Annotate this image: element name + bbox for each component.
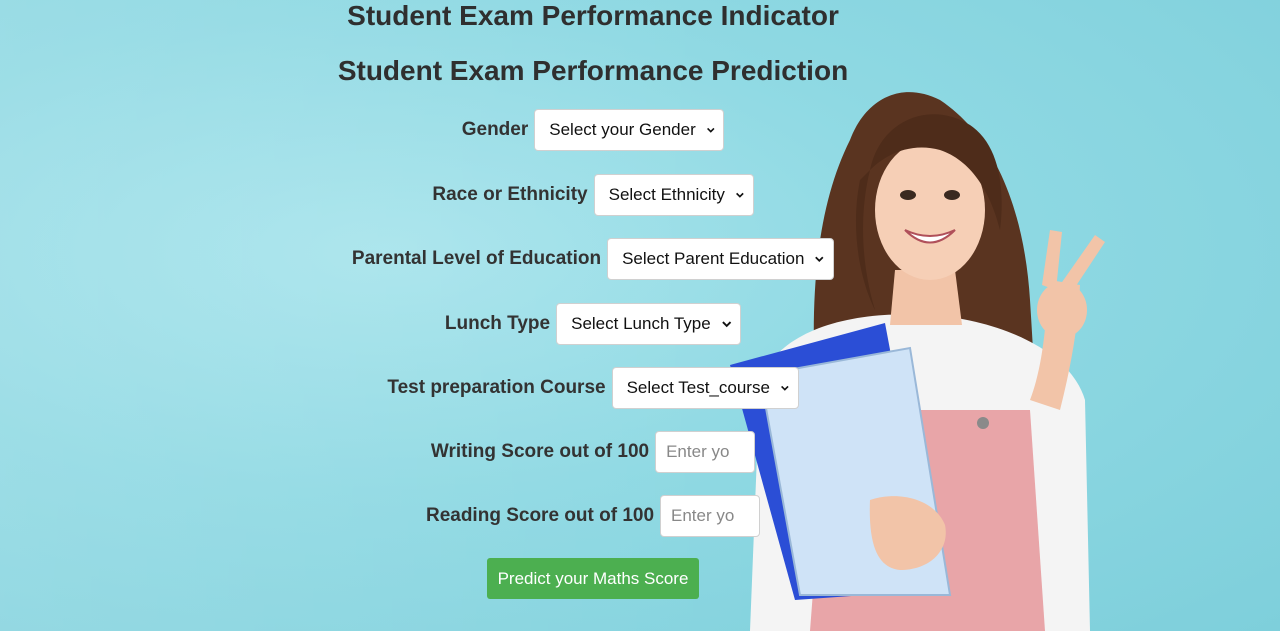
test-course-label: Test preparation Course — [387, 377, 606, 398]
page-title: Student Exam Performance Indicator — [347, 0, 839, 31]
lunch-select-value: Select Lunch Type — [571, 314, 711, 333]
ethnicity-select[interactable]: Select Ethnicity — [593, 174, 754, 216]
test-course-select[interactable]: Select Test_course — [611, 367, 799, 409]
lunch-select[interactable]: Select Lunch Type — [556, 303, 742, 345]
writing-score-placeholder: Enter yo — [666, 442, 730, 461]
gender-row: Gender Select your Gender — [0, 108, 1186, 152]
lunch-label: Lunch Type — [444, 313, 551, 334]
chevron-down-icon — [721, 321, 731, 328]
ethnicity-row: Race or Ethnicity Select Ethnicity — [0, 173, 1186, 217]
reading-score-row: Reading Score out of 100 Enter yo — [0, 494, 1186, 538]
gender-select-value: Select your Gender — [549, 120, 696, 139]
writing-score-row: Writing Score out of 100 Enter yo — [0, 430, 1186, 474]
parental-education-select-value: Select Parent Education — [622, 249, 805, 268]
ethnicity-label: Race or Ethnicity — [432, 184, 588, 205]
test-course-select-value: Select Test_course — [626, 378, 770, 397]
chevron-down-icon — [735, 192, 744, 198]
form-container: Student Exam Performance Indicator Stude… — [0, 0, 1280, 631]
ethnicity-select-value: Select Ethnicity — [608, 185, 725, 204]
chevron-down-icon — [780, 385, 789, 391]
reading-score-label: Reading Score out of 100 — [425, 505, 655, 526]
lunch-row: Lunch Type Select Lunch Type — [0, 302, 1186, 346]
test-course-row: Test preparation Course Select Test_cour… — [0, 366, 1186, 410]
writing-score-input[interactable]: Enter yo — [655, 431, 756, 473]
parental-education-select[interactable]: Select Parent Education — [607, 238, 835, 280]
parental-education-row: Parental Level of Education Select Paren… — [0, 237, 1186, 281]
writing-score-label: Writing Score out of 100 — [430, 441, 650, 462]
gender-select[interactable]: Select your Gender — [534, 109, 725, 151]
gender-label: Gender — [461, 119, 529, 140]
chevron-down-icon — [706, 127, 715, 133]
predict-button[interactable]: Predict your Maths Score — [487, 558, 699, 599]
chevron-down-icon — [815, 256, 824, 263]
reading-score-input[interactable]: Enter yo — [660, 495, 761, 537]
reading-score-placeholder: Enter yo — [671, 506, 735, 525]
form-heading: Student Exam Performance Prediction — [337, 55, 849, 86]
parental-education-label: Parental Level of Education — [351, 248, 602, 269]
